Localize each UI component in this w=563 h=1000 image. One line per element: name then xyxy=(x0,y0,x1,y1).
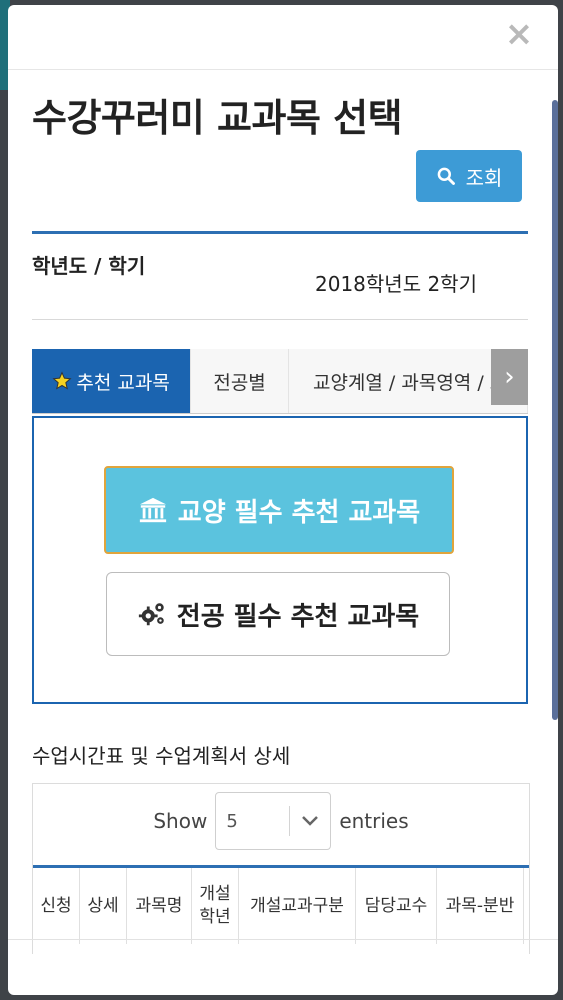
column-header[interactable]: 개설교과구분 xyxy=(239,868,356,944)
modal-scrollbar[interactable] xyxy=(552,100,558,720)
entries-label: entries xyxy=(339,809,409,833)
search-button[interactable]: 조회 xyxy=(416,150,522,202)
tab-by-major[interactable]: 전공별 xyxy=(191,349,289,413)
major-required-label: 전공 필수 추천 교과목 xyxy=(176,601,420,632)
modal-title: 수강꾸러미 교과목 선택 xyxy=(32,96,403,140)
table-header: 신청 상세 과목명 개설 학년 개설교과구분 담당교수 과목-분반 xyxy=(33,868,529,944)
section-divider xyxy=(32,231,528,234)
course-table: Show 5 entries 신청 상세 과목명 개설 학년 개설교과구분 담당… xyxy=(32,783,530,954)
recommend-panel: 교양 필수 추천 교과목 전공 필수 추천 교과목 xyxy=(32,416,528,704)
term-value: 2018학년도 2학기 xyxy=(315,272,477,296)
column-header[interactable]: 과목-분반 xyxy=(437,868,524,944)
star-icon xyxy=(52,371,72,390)
tab-bar: 추천 교과목 전공별 교양계열 / 과목영역 / 교 xyxy=(32,349,528,414)
term-label: 학년도 / 학기 xyxy=(32,254,146,278)
chevron-down-icon xyxy=(290,814,330,828)
tab-recommended[interactable]: 추천 교과목 xyxy=(32,349,192,413)
column-header[interactable]: 과목명 xyxy=(127,868,192,944)
column-header[interactable]: 담당교수 xyxy=(356,868,437,944)
entries-control: Show 5 entries xyxy=(33,792,529,850)
section-title: 수업시간표 및 수업계획서 상세 xyxy=(32,744,291,768)
header-divider xyxy=(8,69,558,70)
entries-select[interactable]: 5 xyxy=(215,792,332,850)
culture-required-label: 교양 필수 추천 교과목 xyxy=(177,497,421,528)
major-required-button[interactable]: 전공 필수 추천 교과목 xyxy=(106,572,450,656)
tab-recommended-label: 추천 교과목 xyxy=(76,371,170,394)
tab-by-major-label: 전공별 xyxy=(213,371,266,394)
column-header[interactable]: 상세 xyxy=(80,868,127,944)
chevron-right-icon: › xyxy=(504,362,515,392)
search-button-label: 조회 xyxy=(465,165,503,190)
search-icon xyxy=(437,167,455,185)
footer-divider xyxy=(8,939,558,940)
institution-icon xyxy=(139,497,166,523)
tab-liberal-arts-label: 교양계열 / 과목영역 / 교 xyxy=(312,371,508,394)
term-divider xyxy=(32,319,528,320)
tab-scroll-right-button[interactable]: › xyxy=(491,349,528,405)
column-header[interactable]: 개설 학년 xyxy=(192,868,239,944)
gears-icon xyxy=(138,603,164,626)
culture-required-button[interactable]: 교양 필수 추천 교과목 xyxy=(104,466,454,554)
course-select-modal: × 수강꾸러미 교과목 선택 조회 학년도 / 학기 2018학년도 2학기 추… xyxy=(8,5,558,995)
show-label: Show xyxy=(153,809,208,833)
close-button[interactable]: × xyxy=(502,17,536,51)
entries-select-value: 5 xyxy=(226,810,238,832)
column-header[interactable]: 신청 xyxy=(33,868,80,944)
